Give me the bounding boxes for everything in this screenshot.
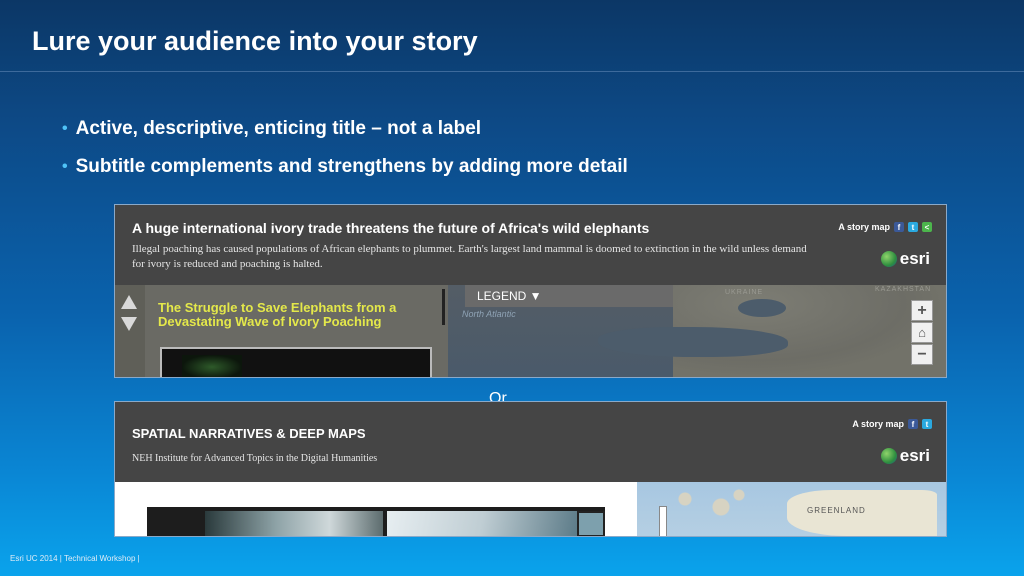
facebook-icon[interactable]: f (894, 222, 904, 232)
twitter-icon[interactable]: t (922, 419, 932, 429)
story-map-header: SPATIAL NARRATIVES & DEEP MAPS NEH Insti… (115, 402, 946, 482)
map-mediterranean (598, 327, 788, 357)
zoom-slider[interactable] (659, 506, 667, 536)
story-map-header: A huge international ivory trade threate… (115, 205, 946, 285)
bullet-item: • Subtitle complements and strengthens b… (62, 156, 628, 178)
story-map-badge-label: A story map (838, 222, 890, 232)
share-icon[interactable]: < (922, 222, 932, 232)
image-frame (577, 511, 605, 536)
legend-label: LEGEND ▼ (477, 289, 542, 303)
bullet-text: Active, descriptive, enticing title – no… (75, 118, 482, 139)
bullet-text: Subtitle complements and strengthens by … (75, 156, 628, 177)
story-map-example-deep-maps: SPATIAL NARRATIVES & DEEP MAPS NEH Insti… (114, 401, 947, 537)
bullet-item: • Active, descriptive, enticing title – … (62, 118, 628, 140)
story-map-badge-label: A story map (852, 419, 904, 429)
map-view[interactable]: GREENLAND (637, 482, 946, 536)
story-map-subtitle: Illegal poaching has caused populations … (132, 243, 807, 270)
elephant-photo (160, 347, 432, 377)
esri-wordmark: esri (899, 249, 930, 268)
esri-wordmark: esri (899, 446, 930, 465)
slide-title: Lure your audience into your story (32, 26, 478, 56)
region-label: KAZAKHSTAN (875, 286, 932, 293)
esri-logo[interactable]: esri (880, 446, 930, 466)
bullet-dot-icon: • (62, 158, 68, 175)
map-islands (667, 487, 757, 527)
bullet-list: • Active, descriptive, enticing title – … (62, 118, 628, 194)
side-panel-scrollbar[interactable] (442, 289, 445, 325)
twitter-icon[interactable]: t (908, 222, 918, 232)
feature-image (147, 507, 605, 536)
map-label: GREENLAND (807, 506, 866, 515)
story-panel (115, 482, 637, 536)
esri-logo[interactable]: esri (880, 249, 930, 269)
arrow-up-icon[interactable] (121, 295, 137, 309)
bullet-dot-icon: • (62, 120, 68, 137)
story-map-title: SPATIAL NARRATIVES & DEEP MAPS (132, 426, 366, 441)
foliage-shape (182, 355, 242, 377)
side-panel: The Struggle to Save Elephants from a De… (115, 285, 448, 377)
title-divider (0, 71, 1024, 72)
landscape-image-shape (387, 511, 577, 536)
story-map-badge: A story map f t (852, 419, 932, 429)
home-button[interactable]: ⌂ (911, 322, 933, 343)
legend-button[interactable]: LEGEND ▼ (465, 285, 673, 307)
globe-icon (880, 251, 897, 267)
story-map-badge: A story map f t < (838, 222, 932, 232)
side-panel-heading: The Struggle to Save Elephants from a De… (158, 300, 397, 329)
zoom-out-button[interactable]: − (911, 344, 933, 365)
story-map-title: A huge international ivory trade threate… (132, 220, 650, 236)
side-panel-content: The Struggle to Save Elephants from a De… (145, 285, 448, 377)
ocean-label: North Atlantic (462, 309, 516, 319)
map-black-sea (738, 299, 786, 317)
footer-text: Esri UC 2014 | Technical Workshop | (10, 554, 140, 563)
globe-icon (880, 448, 897, 464)
facebook-icon[interactable]: f (908, 419, 918, 429)
story-map-subtitle: NEH Institute for Advanced Topics in the… (132, 453, 378, 464)
satellite-image-shape (205, 511, 383, 536)
zoom-in-button[interactable]: + (911, 300, 933, 321)
arrow-down-icon[interactable] (121, 317, 137, 331)
story-map-example-elephants: A huge international ivory trade threate… (114, 204, 947, 378)
region-label: UKRAINE (725, 289, 764, 296)
